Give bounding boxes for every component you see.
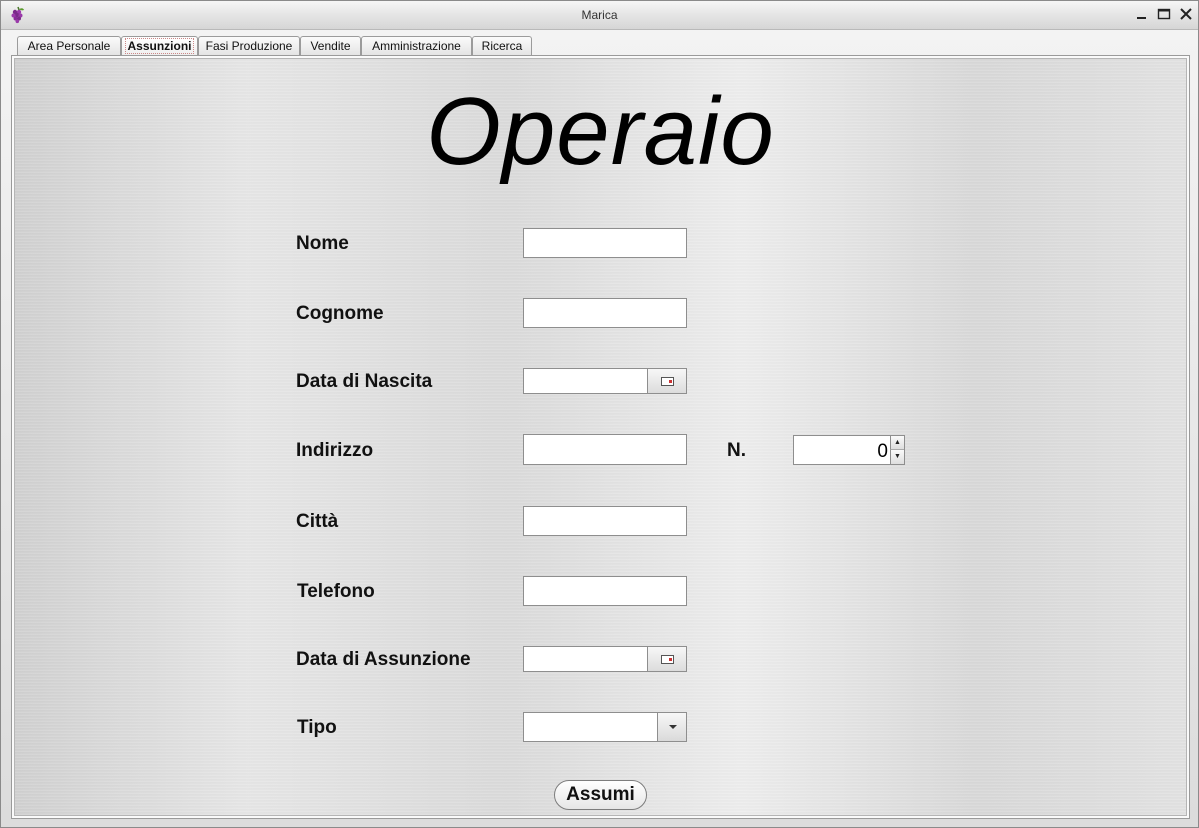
numero-label: N.: [727, 440, 746, 461]
nome-field[interactable]: [523, 228, 687, 258]
tab-label: Area Personale: [27, 39, 111, 53]
tipo-select[interactable]: [523, 712, 687, 742]
tab-area-personale[interactable]: Area Personale: [17, 36, 121, 55]
form-heading: Operaio: [426, 78, 775, 185]
close-icon[interactable]: [1178, 6, 1194, 22]
app-window: Marica Area Personale Assunzioni Fasi Pr…: [0, 0, 1199, 828]
telefono-label: Telefono: [297, 581, 375, 602]
calendar-icon: [661, 655, 674, 664]
data-nascita-label: Data di Nascita: [296, 371, 433, 392]
tipo-dropdown-button[interactable]: [657, 713, 686, 741]
tab-label: Ricerca: [481, 39, 523, 53]
citta-field[interactable]: [523, 506, 687, 536]
indirizzo-label: Indirizzo: [296, 440, 374, 461]
numero-spinner[interactable]: 0 ▲ ▼: [793, 435, 905, 465]
tab-vendite[interactable]: Vendite: [300, 36, 361, 55]
minimize-icon[interactable]: [1134, 6, 1150, 22]
tab-amministrazione[interactable]: Amministrazione: [361, 36, 472, 55]
tab-label: Assunzioni: [125, 38, 194, 54]
cognome-field[interactable]: [523, 298, 687, 328]
cognome-label: Cognome: [296, 303, 384, 324]
tab-assunzioni[interactable]: Assunzioni: [121, 36, 198, 55]
arrow-down-icon[interactable]: ▼: [890, 450, 904, 464]
data-assunzione-label: Data di Assunzione: [296, 649, 471, 670]
data-nascita-calendar-button[interactable]: [647, 368, 687, 394]
tab-ricerca[interactable]: Ricerca: [472, 36, 532, 55]
arrow-up-icon[interactable]: ▲: [890, 436, 904, 450]
nome-label: Nome: [296, 233, 349, 254]
tab-label: Amministrazione: [372, 39, 461, 53]
window-title: Marica: [581, 8, 618, 22]
data-assunzione-picker: [523, 646, 687, 672]
tab-fasi-produzione[interactable]: Fasi Produzione: [198, 36, 300, 55]
citta-label: Città: [296, 511, 339, 532]
tab-label: Fasi Produzione: [205, 39, 293, 53]
data-assunzione-calendar-button[interactable]: [647, 646, 687, 672]
indirizzo-field[interactable]: [523, 434, 687, 465]
assumi-button[interactable]: Assumi: [554, 780, 647, 810]
chevron-down-icon: [669, 725, 677, 729]
data-nascita-picker: [523, 368, 687, 394]
tipo-label: Tipo: [297, 717, 337, 738]
numero-value: 0: [877, 441, 888, 462]
data-assunzione-field[interactable]: [523, 646, 648, 672]
tab-label: Vendite: [310, 39, 351, 53]
maximize-icon[interactable]: [1156, 6, 1172, 22]
title-bar[interactable]: Marica: [1, 1, 1198, 30]
data-nascita-field[interactable]: [523, 368, 648, 394]
calendar-icon: [661, 377, 674, 386]
telefono-field[interactable]: [523, 576, 687, 606]
